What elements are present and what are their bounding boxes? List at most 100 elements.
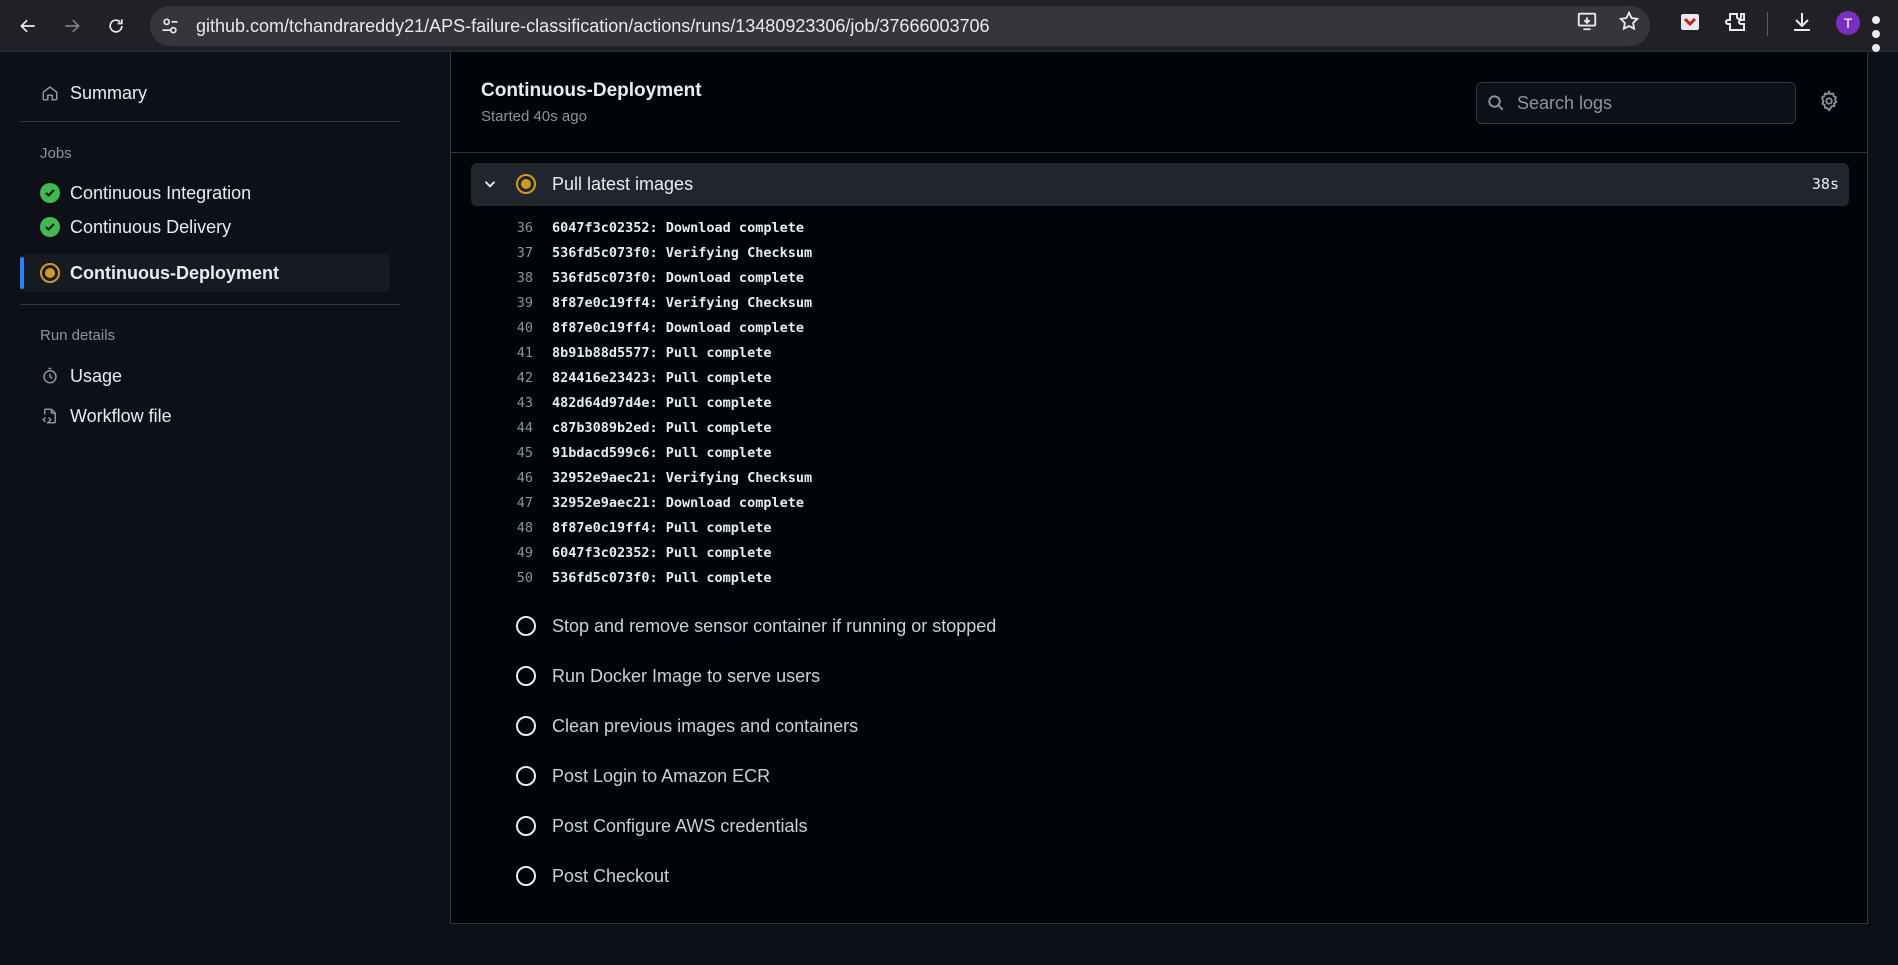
back-icon[interactable]: [12, 10, 44, 42]
log-line-number[interactable]: 38: [471, 270, 533, 286]
pending-circle-icon: [516, 716, 536, 736]
stopwatch-icon: [40, 366, 60, 386]
log-line: 43 482d64d97d4e: Pull complete: [471, 395, 1849, 420]
log-line: 36 6047f3c02352: Download complete: [471, 220, 1849, 245]
page-bottom: [0, 925, 1898, 965]
search-logs-input[interactable]: [1517, 91, 1787, 115]
step-run-docker-image[interactable]: Run Docker Image to serve users: [471, 657, 1849, 697]
sidebar-item-label: Summary: [70, 82, 148, 103]
step-name: Pull latest images: [552, 174, 694, 194]
extensions-puzzle-icon[interactable]: [1724, 10, 1748, 34]
log-line-text: 91bdacd599c6: Pull complete: [552, 445, 772, 461]
log-line-text: 482d64d97d4e: Pull complete: [552, 395, 772, 411]
step-post-configure-aws[interactable]: Post Configure AWS credentials: [471, 807, 1849, 847]
job-log-panel: Continuous-Deployment Started 40s ago Pu…: [450, 52, 1868, 924]
log-line: 42 824416e23423: Pull complete: [471, 370, 1849, 395]
jobs-heading: Jobs: [40, 145, 72, 162]
step-header-pull-latest-images[interactable]: Pull latest images 38s: [471, 163, 1849, 206]
log-line-text: 824416e23423: Pull complete: [552, 370, 772, 386]
sidebar-item-label: Usage: [70, 365, 123, 386]
log-line-number[interactable]: 50: [471, 570, 533, 586]
log-line-text: 8f87e0c19ff4: Pull complete: [552, 520, 772, 536]
step-duration: 38s: [1811, 175, 1839, 193]
extension-pocket-icon[interactable]: [1678, 10, 1702, 34]
log-line-number[interactable]: 45: [471, 445, 533, 461]
menu-kebab-icon[interactable]: [1868, 10, 1884, 52]
in-progress-icon: [516, 174, 536, 194]
sidebar-item-label: Continuous Integration: [70, 182, 252, 203]
pending-circle-icon: [516, 866, 536, 886]
log-line-number[interactable]: 39: [471, 295, 533, 311]
sidebar-item-continuous-deployment[interactable]: Continuous-Deployment: [20, 254, 390, 292]
log-line-text: 8f87e0c19ff4: Download complete: [552, 320, 804, 336]
job-title: Continuous-Deployment: [481, 80, 702, 101]
log-line-number[interactable]: 43: [471, 395, 533, 411]
log-line-number[interactable]: 40: [471, 320, 533, 336]
reload-icon[interactable]: [100, 10, 132, 42]
log-line-number[interactable]: 46: [471, 470, 533, 486]
log-line: 48 8f87e0c19ff4: Pull complete: [471, 520, 1849, 545]
sidebar-item-workflow-file[interactable]: Workflow file: [20, 397, 390, 435]
toolbar-divider: [1767, 12, 1768, 36]
log-line-number[interactable]: 48: [471, 520, 533, 536]
home-icon: [40, 83, 60, 103]
step-name: Run Docker Image to serve users: [552, 666, 821, 686]
search-icon: [1488, 95, 1504, 111]
success-check-icon: [40, 183, 60, 203]
log-line-text: 536fd5c073f0: Download complete: [552, 270, 804, 286]
sidebar-item-usage[interactable]: Usage: [20, 357, 390, 395]
step-clean-previous-images[interactable]: Clean previous images and containers: [471, 707, 1849, 747]
log-line-number[interactable]: 49: [471, 545, 533, 561]
forward-icon[interactable]: [56, 10, 88, 42]
log-line-number[interactable]: 36: [471, 220, 533, 236]
log-line-number[interactable]: 44: [471, 420, 533, 436]
sidebar-item-summary[interactable]: Summary: [20, 74, 390, 112]
log-line: 46 32952e9aec21: Verifying Checksum: [471, 470, 1849, 495]
log-line-text: c87b3089b2ed: Pull complete: [552, 420, 772, 436]
gear-icon[interactable]: [1818, 90, 1844, 116]
log-line-number[interactable]: 42: [471, 370, 533, 386]
pending-circle-icon: [516, 616, 536, 636]
log-line: 40 8f87e0c19ff4: Download complete: [471, 320, 1849, 345]
step-name: Post Checkout: [552, 866, 670, 886]
step-stop-remove-container[interactable]: Stop and remove sensor container if runn…: [471, 607, 1849, 647]
sidebar-item-continuous-integration[interactable]: Continuous Integration: [20, 174, 390, 212]
log-line-text: 8f87e0c19ff4: Verifying Checksum: [552, 295, 813, 311]
job-started-time: Started 40s ago: [481, 108, 587, 125]
step-post-checkout[interactable]: Post Checkout: [471, 857, 1849, 897]
sidebar: Summary Jobs Continuous Integration Cont…: [0, 52, 450, 965]
bookmark-star-icon[interactable]: [1618, 10, 1640, 32]
search-logs-box[interactable]: [1476, 82, 1796, 124]
log-line: 37 536fd5c073f0: Verifying Checksum: [471, 245, 1849, 270]
step-name: Clean previous images and containers: [552, 716, 859, 736]
sidebar-item-continuous-delivery[interactable]: Continuous Delivery: [20, 208, 390, 246]
active-indicator: [20, 257, 24, 289]
log-line: 47 32952e9aec21: Download complete: [471, 495, 1849, 520]
log-line-text: 8b91b88d5577: Pull complete: [552, 345, 772, 361]
log-line: 50 536fd5c073f0: Pull complete: [471, 570, 1849, 595]
log-line-number[interactable]: 47: [471, 495, 533, 511]
header-divider: [451, 152, 1867, 153]
install-app-icon[interactable]: [1576, 10, 1598, 32]
log-line-text: 536fd5c073f0: Pull complete: [552, 570, 772, 586]
step-post-login-ecr[interactable]: Post Login to Amazon ECR: [471, 757, 1849, 797]
pending-circle-icon: [516, 816, 536, 836]
log-line-text: 32952e9aec21: Download complete: [552, 495, 804, 511]
url-text[interactable]: github.com/tchandrareddy21/APS-failure-c…: [196, 16, 990, 37]
step-name: Stop and remove sensor container if runn…: [552, 616, 997, 636]
log-line-number[interactable]: 41: [471, 345, 533, 361]
pending-circle-icon: [516, 666, 536, 686]
file-code-icon: [40, 406, 60, 426]
step-name: Post Configure AWS credentials: [552, 816, 808, 836]
success-check-icon: [40, 217, 60, 237]
log-line: 49 6047f3c02352: Pull complete: [471, 545, 1849, 570]
sidebar-item-label: Continuous Delivery: [70, 216, 232, 237]
chevron-down-icon[interactable]: [481, 175, 499, 193]
run-details-heading: Run details: [40, 327, 116, 344]
log-line-number[interactable]: 37: [471, 245, 533, 261]
profile-avatar[interactable]: T: [1836, 11, 1860, 35]
download-icon[interactable]: [1790, 10, 1814, 34]
address-bar[interactable]: github.com/tchandrareddy21/APS-failure-c…: [150, 6, 1650, 46]
site-settings-icon[interactable]: [160, 16, 180, 36]
sidebar-item-label: Workflow file: [70, 405, 172, 426]
